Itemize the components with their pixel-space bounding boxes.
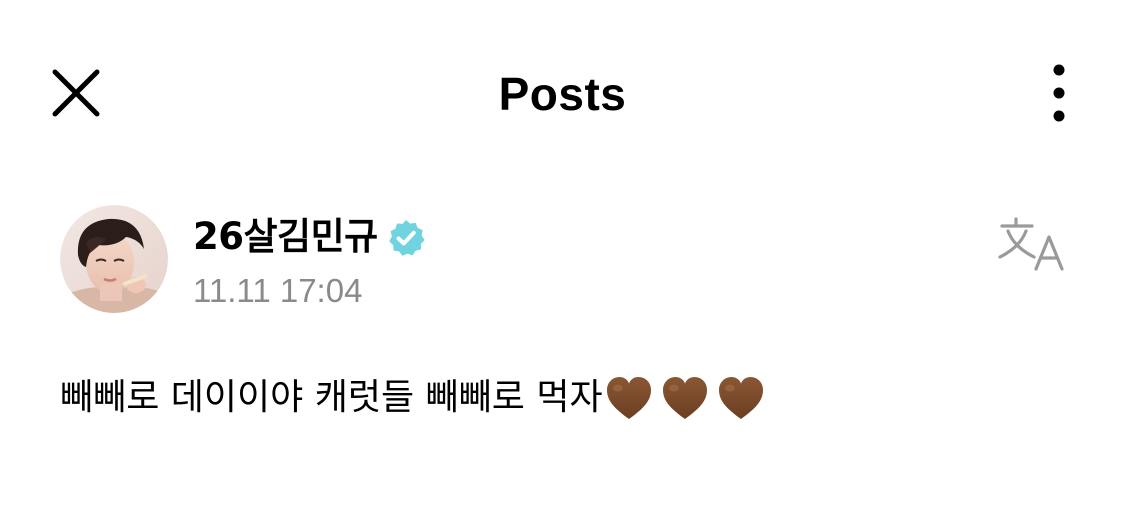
post-header: 26살김민규 11.11 17:04 — [0, 205, 1125, 315]
post-text: 빼빼로 데이이야 캐럿들 빼빼로 먹자 — [60, 377, 603, 418]
translate-button[interactable] — [998, 217, 1070, 277]
more-options-button[interactable] — [1044, 64, 1074, 124]
more-vertical-icon — [1053, 64, 1065, 122]
brown-heart-icon — [718, 377, 763, 419]
top-bar: Posts — [0, 0, 1125, 190]
translate-icon — [998, 217, 1064, 271]
avatar[interactable] — [60, 205, 168, 313]
page-title: Posts — [498, 68, 627, 120]
emoji-group — [605, 375, 773, 421]
brown-heart-icon — [606, 377, 651, 419]
post-body: 빼빼로 데이이야 캐럿들 빼빼로 먹자 — [60, 370, 1060, 426]
verified-badge-icon — [388, 220, 425, 256]
post-timestamp: 11.11 17:04 — [193, 272, 363, 309]
avatar-image — [60, 205, 168, 313]
brown-heart-icon — [662, 377, 707, 419]
author-name-row[interactable]: 26살김민규 — [193, 209, 426, 265]
author-name: 26살김민규 — [193, 215, 378, 258]
